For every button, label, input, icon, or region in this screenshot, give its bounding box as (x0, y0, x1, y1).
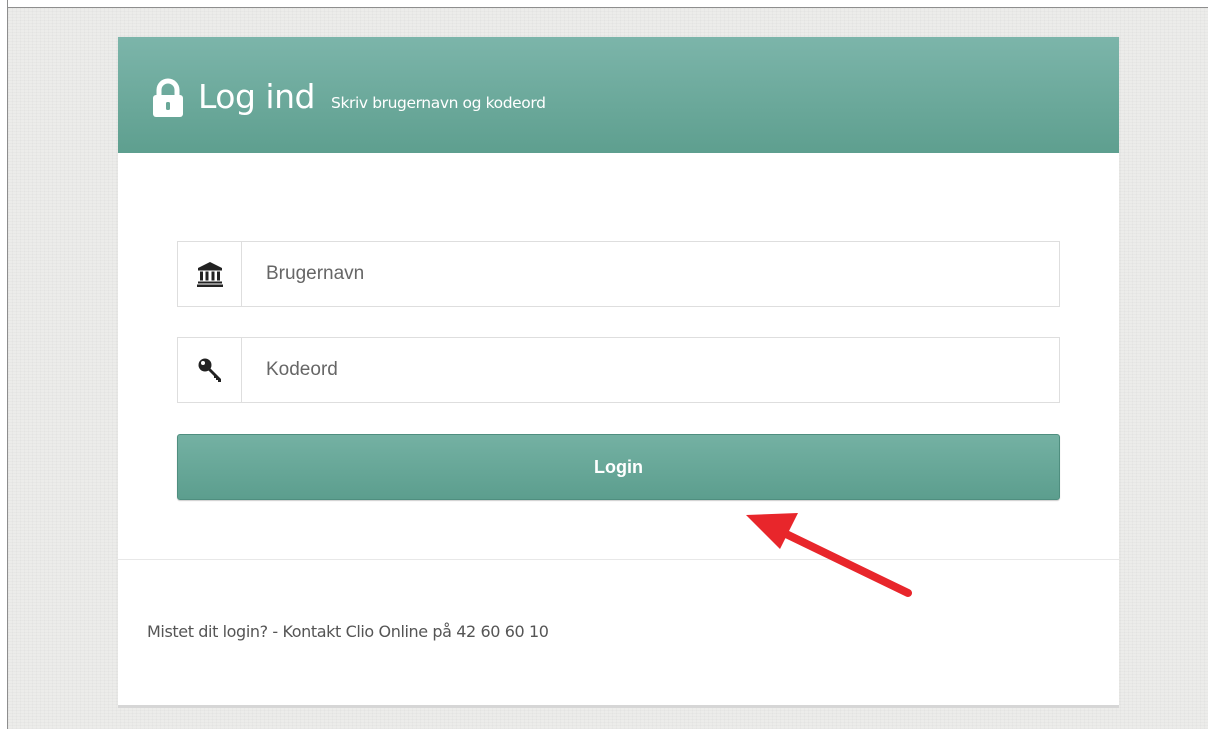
login-button[interactable]: Login (177, 434, 1060, 500)
password-group (177, 337, 1060, 403)
window-frame-left (0, 0, 8, 729)
page-subtitle: Skriv brugernavn og kodeord (331, 94, 546, 112)
window-frame-top (0, 0, 1208, 8)
annotation-arrow-icon (746, 513, 912, 597)
username-input[interactable] (242, 242, 1059, 306)
key-icon (198, 358, 221, 382)
footer-divider (118, 559, 1119, 560)
institution-icon (197, 262, 223, 287)
lock-icon (150, 78, 186, 118)
page-title: Log ind (198, 77, 315, 116)
login-card: Log ind Skriv brugernavn og kodeord Brug… (118, 37, 1119, 705)
username-addon (178, 242, 242, 306)
password-addon (178, 338, 242, 402)
username-group (177, 241, 1060, 307)
help-text: Mistet dit login? - Kontakt Clio Online … (147, 622, 549, 641)
page-background: Log ind Skriv brugernavn og kodeord Brug… (0, 0, 1208, 729)
password-input[interactable] (242, 338, 1059, 402)
login-header: Log ind Skriv brugernavn og kodeord (118, 37, 1119, 153)
